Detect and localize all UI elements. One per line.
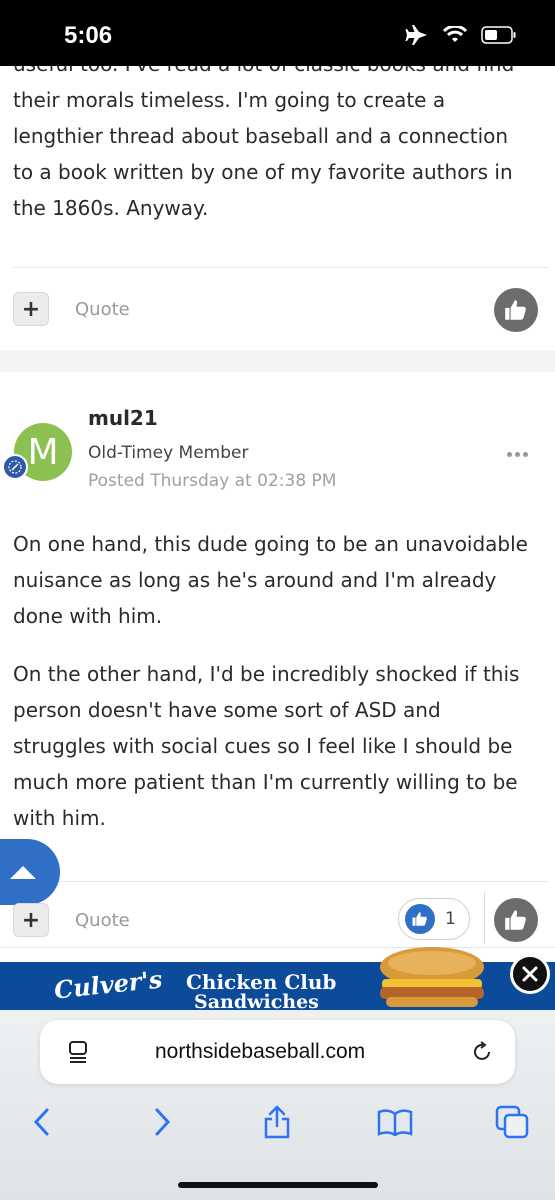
thread-content[interactable]: useful too. I've read a lot of classic b…	[0, 66, 555, 1010]
airplane-icon	[405, 25, 427, 45]
previous-post-line: lengthier thread about baseball and a co…	[13, 124, 509, 148]
tabs-icon	[495, 1105, 529, 1139]
post-line: nuisance as long as he's around and I'm …	[13, 568, 497, 592]
like-reaction-icon	[405, 904, 435, 934]
status-bar: 5:06	[0, 0, 555, 66]
reaction-summary[interactable]: 1	[398, 898, 470, 940]
more-options-icon[interactable]	[507, 452, 528, 457]
quote-button[interactable]: Quote	[75, 299, 130, 320]
post-line: done with him.	[13, 604, 163, 628]
post-paragraph: On the other hand, I'd be incredibly sho…	[13, 656, 553, 836]
address-bar[interactable]: northsidebaseball.com	[40, 1020, 515, 1084]
bookmarks-button[interactable]	[375, 1102, 415, 1142]
chevron-right-icon	[155, 1108, 171, 1136]
sandwich-image	[380, 947, 484, 1007]
scroll-to-top-button[interactable]	[0, 839, 60, 905]
chevron-up-icon	[10, 866, 36, 879]
post-timestamp[interactable]: Posted Thursday at 02:38 PM	[88, 471, 336, 491]
post-line: with him.	[13, 806, 106, 830]
chevron-left-icon	[33, 1108, 49, 1136]
back-button[interactable]	[22, 1102, 62, 1142]
page-menu-icon[interactable]	[66, 1040, 90, 1064]
member-title: Old-Timey Member	[88, 443, 249, 463]
member-badge-icon	[2, 454, 28, 480]
post-line: struggles with social cues so I feel lik…	[13, 734, 513, 758]
author-name[interactable]: mul21	[88, 406, 158, 430]
post-line: much more patient than I'm currently wil…	[13, 770, 518, 794]
like-button[interactable]	[494, 898, 538, 942]
wifi-icon	[443, 26, 467, 42]
like-button[interactable]	[494, 288, 538, 332]
divider	[13, 267, 548, 268]
forward-button[interactable]	[142, 1102, 182, 1142]
close-icon	[522, 966, 538, 982]
post-line: On the other hand, I'd be incredibly sho…	[13, 662, 520, 686]
status-icons	[405, 24, 517, 46]
status-time: 5:06	[64, 22, 113, 49]
divider	[484, 892, 485, 944]
book-icon	[377, 1109, 413, 1136]
thumbs-up-icon	[505, 910, 526, 930]
multiquote-button[interactable]: +	[13, 292, 49, 326]
reload-icon[interactable]	[470, 1040, 494, 1064]
battery-icon	[481, 26, 516, 44]
ad-brand-logo: Culver's	[52, 964, 164, 1005]
home-indicator	[178, 1182, 378, 1188]
share-icon	[264, 1105, 290, 1139]
thumbs-up-icon	[505, 300, 526, 320]
previous-post-line: their morals timeless. I'm going to crea…	[13, 88, 446, 112]
url-text: northsidebaseball.com	[155, 1040, 366, 1063]
post-line: On one hand, this dude going to be an un…	[13, 532, 528, 556]
post-line: person doesn't have some sort of ASD and	[13, 698, 441, 722]
close-ad-button[interactable]	[510, 954, 550, 994]
previous-post-line: to a book written by one of my favorite …	[13, 160, 513, 184]
quote-button[interactable]: Quote	[75, 910, 130, 931]
ad-subheadline: Sandwiches	[194, 991, 319, 1010]
divider	[13, 881, 548, 882]
share-button[interactable]	[257, 1102, 297, 1142]
multiquote-button[interactable]: +	[13, 903, 49, 937]
post-paragraph: On one hand, this dude going to be an un…	[13, 526, 553, 634]
previous-post-line: useful too. I've read a lot of classic b…	[13, 66, 548, 82]
tabs-button[interactable]	[492, 1102, 532, 1142]
previous-post-line: the 1860s. Anyway.	[13, 196, 209, 220]
post-separator	[0, 350, 555, 372]
reaction-count: 1	[445, 909, 456, 929]
previous-post-body: useful too. I've read a lot of classic b…	[13, 66, 548, 226]
